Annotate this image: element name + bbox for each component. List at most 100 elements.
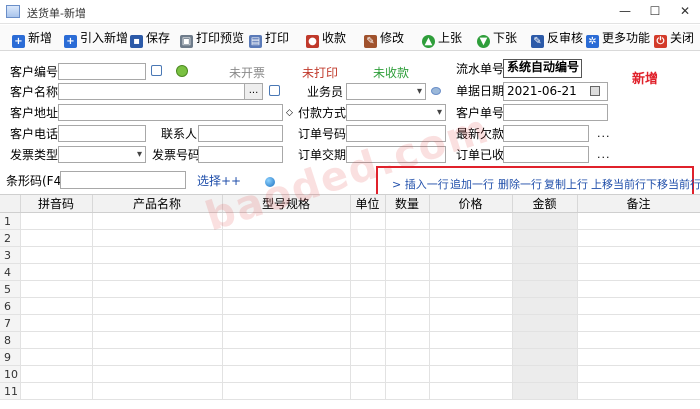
table-cell[interactable] (92, 382, 223, 400)
toolbar-unaudit-button[interactable]: ✎ 反审核 (531, 28, 583, 48)
toolbar-edit-button[interactable]: ✎ 修改 (364, 28, 404, 48)
customer-name-field[interactable] (58, 83, 263, 100)
table-cell[interactable] (577, 280, 700, 298)
column-header-unit[interactable]: 单位 (350, 195, 386, 213)
table-row[interactable]: 10 (0, 365, 700, 383)
table-cell[interactable] (577, 297, 700, 315)
invoice-type-select[interactable] (58, 146, 146, 163)
table-cell[interactable] (577, 382, 700, 400)
table-cell[interactable] (577, 263, 700, 281)
table-cell[interactable] (92, 280, 223, 298)
table-cell[interactable] (222, 297, 351, 315)
table-cell[interactable] (92, 365, 223, 383)
copy-previous-row-button[interactable]: 复制上行 (544, 176, 588, 192)
table-cell[interactable] (20, 348, 93, 366)
table-cell[interactable] (429, 382, 513, 400)
customer-phone-field[interactable] (58, 125, 146, 142)
customer-address-field[interactable] (58, 104, 283, 121)
column-header-remark[interactable]: 备注 (577, 195, 700, 213)
table-cell[interactable] (20, 212, 93, 230)
table-cell[interactable] (577, 229, 700, 247)
column-header-amount[interactable]: 金额 (512, 195, 578, 213)
column-header-product-name[interactable]: 产品名称 (92, 195, 223, 213)
table-row[interactable]: 4 (0, 263, 700, 281)
move-row-down-button[interactable]: 下移当前行 (646, 176, 700, 192)
customer-code-field[interactable] (58, 63, 146, 80)
invoice-no-field[interactable] (198, 146, 283, 163)
append-row-button[interactable]: 追加一行 (450, 176, 494, 192)
table-cell[interactable] (429, 263, 513, 281)
table-row[interactable]: 1 (0, 212, 700, 230)
table-cell[interactable] (350, 331, 386, 349)
table-cell[interactable] (350, 246, 386, 264)
table-cell[interactable] (92, 212, 223, 230)
table-cell[interactable] (385, 365, 430, 383)
table-cell[interactable] (20, 382, 93, 400)
serial-no-field[interactable]: 系统自动编号 (503, 59, 582, 78)
table-cell[interactable] (577, 365, 700, 383)
table-cell[interactable] (222, 365, 351, 383)
table-cell[interactable] (20, 263, 93, 281)
insert-row-button[interactable]: > 插入一行 (392, 176, 449, 192)
table-cell[interactable] (512, 212, 578, 230)
column-header-pinyin-code[interactable]: 拼音码 (20, 195, 93, 213)
table-row[interactable]: 8 (0, 331, 700, 349)
table-cell[interactable] (512, 348, 578, 366)
toolbar-save-button[interactable]: ▪ 保存 (130, 28, 170, 48)
table-cell[interactable] (222, 246, 351, 264)
table-cell[interactable] (92, 263, 223, 281)
table-row[interactable]: 2 (0, 229, 700, 247)
toolbar-next-button[interactable]: ▼ 下张 (477, 28, 517, 48)
order-received-more-button[interactable]: ... (597, 148, 611, 161)
table-cell[interactable] (577, 348, 700, 366)
toolbar-import-add-button[interactable]: + 引入新增 (64, 28, 128, 48)
table-cell[interactable] (577, 314, 700, 332)
table-cell[interactable] (512, 297, 578, 315)
table-cell[interactable] (350, 263, 386, 281)
toolbar-print-button[interactable]: ▤ 打印 (249, 28, 289, 48)
latest-debt-more-button[interactable]: ... (597, 127, 611, 140)
table-cell[interactable] (577, 212, 700, 230)
toolbar-print-preview-button[interactable]: ▣ 打印预览 (180, 28, 244, 48)
table-cell[interactable] (385, 246, 430, 264)
table-row[interactable]: 6 (0, 297, 700, 315)
toolbar-previous-button[interactable]: ▲ 上张 (422, 28, 462, 48)
table-cell[interactable] (222, 382, 351, 400)
customer-name-browse-button[interactable]: ... (244, 84, 262, 99)
barcode-input[interactable] (60, 171, 186, 189)
move-row-up-button[interactable]: 上移当前行 (591, 176, 646, 192)
table-cell[interactable] (512, 365, 578, 383)
table-cell[interactable] (512, 314, 578, 332)
table-cell[interactable] (222, 229, 351, 247)
table-cell[interactable] (385, 297, 430, 315)
table-cell[interactable] (385, 263, 430, 281)
table-cell[interactable] (429, 331, 513, 349)
table-cell[interactable] (20, 280, 93, 298)
table-cell[interactable] (577, 246, 700, 264)
table-cell[interactable] (577, 331, 700, 349)
table-cell[interactable] (385, 331, 430, 349)
contact-field[interactable] (198, 125, 283, 142)
table-cell[interactable] (429, 348, 513, 366)
table-cell[interactable] (429, 314, 513, 332)
customer-lookup-icon[interactable] (151, 65, 162, 76)
table-row[interactable]: 9 (0, 348, 700, 366)
toolbar-more-functions-button[interactable]: ✲ 更多功能 (586, 28, 650, 48)
table-cell[interactable] (350, 314, 386, 332)
table-cell[interactable] (92, 348, 223, 366)
column-header-quantity[interactable]: 数量 (385, 195, 430, 213)
table-row[interactable]: 11 (0, 382, 700, 400)
order-received-field[interactable] (503, 146, 589, 163)
table-cell[interactable] (512, 263, 578, 281)
table-cell[interactable] (92, 246, 223, 264)
table-cell[interactable] (222, 212, 351, 230)
table-cell[interactable] (385, 314, 430, 332)
table-cell[interactable] (20, 314, 93, 332)
table-cell[interactable] (350, 297, 386, 315)
minimize-button[interactable]: — (610, 0, 640, 22)
maximize-button[interactable]: ☐ (640, 0, 670, 22)
table-cell[interactable] (512, 382, 578, 400)
column-header-model-spec[interactable]: 型号规格 (222, 195, 351, 213)
table-cell[interactable] (385, 212, 430, 230)
latest-debt-field[interactable] (503, 125, 589, 142)
